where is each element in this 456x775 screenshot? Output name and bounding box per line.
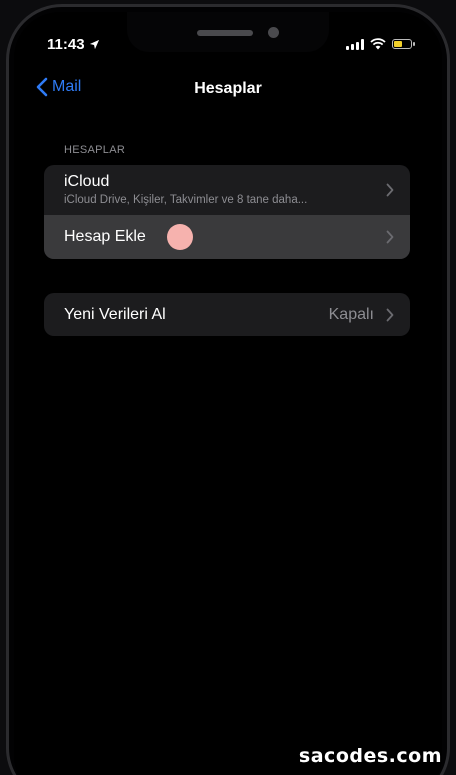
chevron-right-icon <box>386 183 394 197</box>
fetch-settings-list: Yeni Verileri Al Kapalı <box>44 293 410 336</box>
page-title: Hesaplar <box>194 80 262 97</box>
cellular-signal-icon <box>346 38 364 50</box>
accounts-list: iCloud iCloud Drive, Kişiler, Takvimler … <box>44 165 410 259</box>
status-time: 11:43 <box>47 36 100 53</box>
device-frame: 11:43 Mail Hesaplar HESAPLAR iCloud iClo… <box>0 0 456 775</box>
section-header-accounts: HESAPLAR <box>64 144 126 156</box>
fetch-new-data-row[interactable]: Yeni Verileri Al Kapalı <box>44 293 410 336</box>
touch-indicator <box>167 224 193 250</box>
chevron-right-icon <box>386 230 394 244</box>
watermark: sacodes.com <box>298 745 442 767</box>
wifi-icon <box>370 38 386 50</box>
account-row-icloud[interactable]: iCloud iCloud Drive, Kişiler, Takvimler … <box>44 165 410 215</box>
battery-icon <box>392 39 415 49</box>
notch <box>127 12 329 52</box>
chevron-right-icon <box>386 308 394 321</box>
battery-level-fill <box>394 41 402 47</box>
account-title: iCloud <box>64 173 110 190</box>
phone-screen: 11:43 Mail Hesaplar HESAPLAR iCloud iClo… <box>14 12 442 775</box>
add-account-label: Hesap Ekle <box>64 228 146 245</box>
status-indicators <box>346 38 415 50</box>
fetch-new-data-label: Yeni Verileri Al <box>64 305 166 323</box>
account-subtitle: iCloud Drive, Kişiler, Takvimler ve 8 ta… <box>64 194 308 206</box>
front-camera <box>268 27 279 38</box>
status-time-label: 11:43 <box>47 36 85 53</box>
speaker-grille <box>197 30 253 36</box>
fetch-new-data-value: Kapalı <box>328 305 374 323</box>
location-arrow-icon <box>89 39 99 50</box>
add-account-row[interactable]: Hesap Ekle <box>44 215 410 259</box>
